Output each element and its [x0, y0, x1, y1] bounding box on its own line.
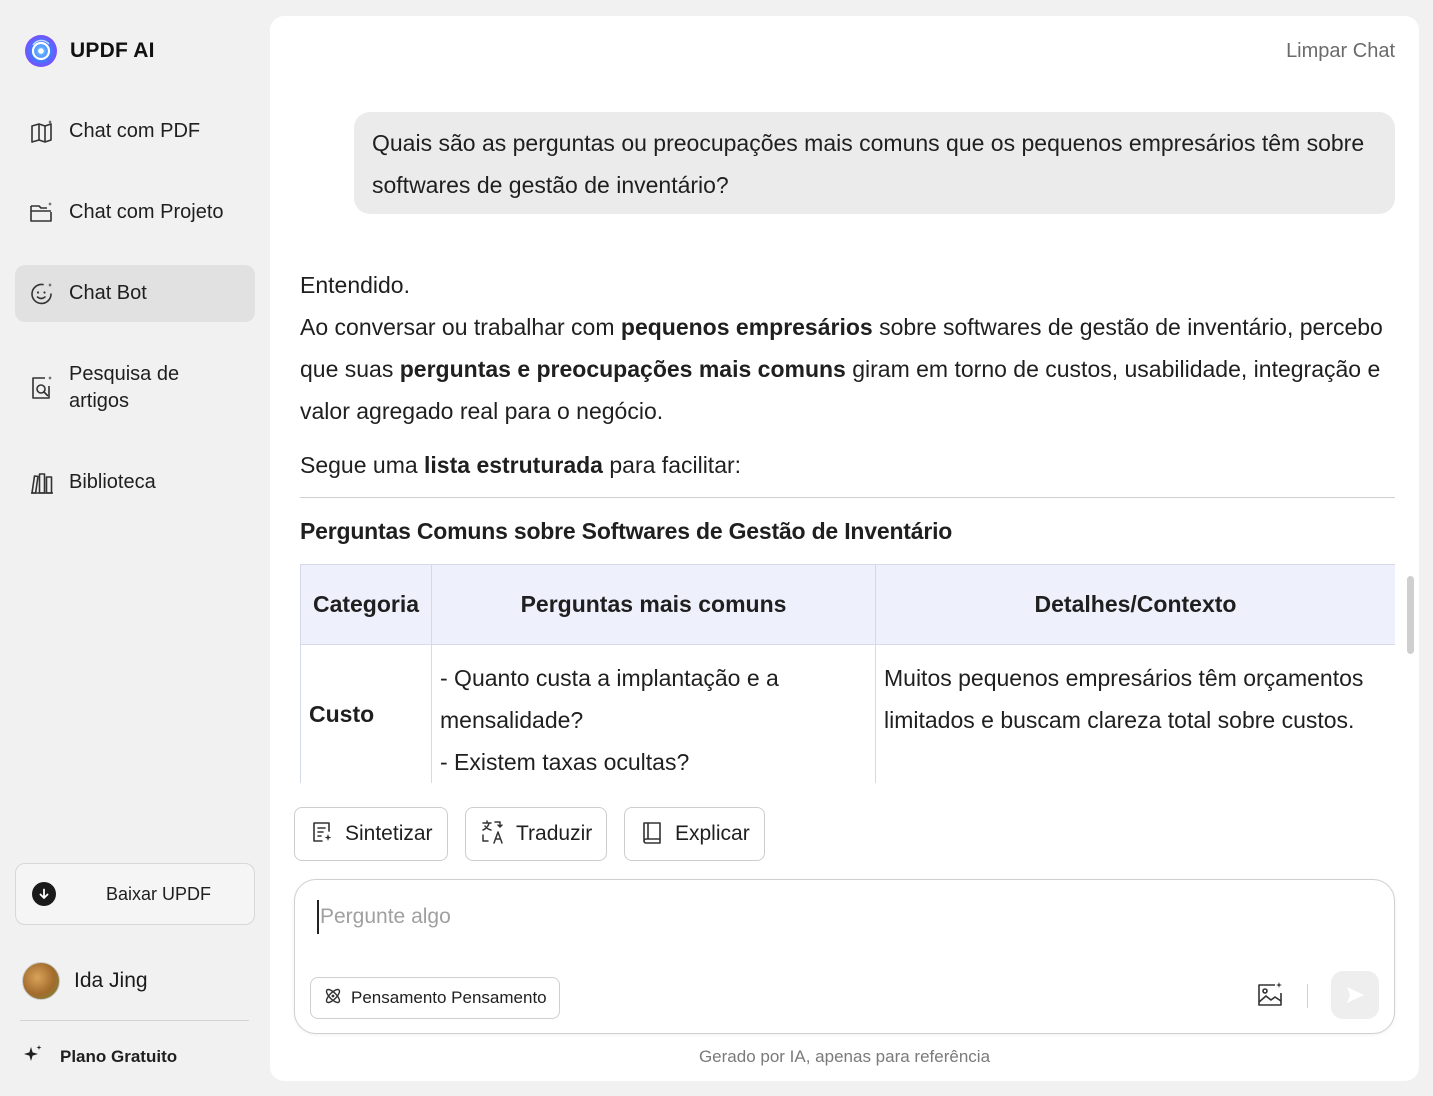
sidebar-item-chat-project[interactable]: Chat com Projeto	[15, 184, 255, 241]
download-arrow-icon	[32, 882, 56, 906]
sidebar-item-label: Pesquisa de artigos	[69, 363, 180, 412]
ai-answer: Entendido. Ao conversar ou trabalhar com…	[300, 264, 1395, 486]
user-name: Ida Jing	[74, 969, 148, 992]
explain-label: Explicar	[675, 822, 750, 845]
sparkle-icon	[22, 1043, 44, 1070]
download-label: Baixar UPDF	[106, 883, 212, 904]
chat-panel: Limpar Chat Quais são as perguntas ou pr…	[270, 16, 1419, 1081]
sidebar-item-article-search[interactable]: Pesquisa de artigos	[15, 346, 255, 430]
folder-sparkle-icon	[29, 200, 55, 226]
sidebar-item-label: Chat com Projeto	[69, 201, 224, 223]
chat-input[interactable]	[317, 900, 1217, 934]
brand[interactable]: UPDF AI	[24, 34, 155, 68]
table-header: Categoria	[300, 564, 432, 645]
image-upload-button[interactable]	[1255, 980, 1285, 1010]
sidebar: UPDF AI Chat com PDF Chat com Projeto Ch…	[0, 0, 270, 1096]
document-search-icon	[29, 375, 55, 401]
atom-icon	[323, 986, 343, 1011]
table-header-row: Categoria Perguntas mais comuns Detalhes…	[300, 564, 1395, 645]
table-cell-category: Custo	[300, 644, 432, 783]
image-sparkle-icon	[1258, 982, 1282, 1006]
avatar	[22, 962, 60, 1000]
table-header: Detalhes/Contexto	[875, 564, 1395, 645]
table-header: Perguntas mais comuns	[431, 564, 876, 645]
library-icon	[29, 470, 55, 496]
divider	[300, 497, 1395, 498]
brand-name: UPDF AI	[70, 39, 155, 62]
thinking-label: Pensamento Pensamento	[351, 988, 547, 1007]
explain-button[interactable]: Explicar	[624, 807, 765, 861]
bot-face-icon	[29, 281, 55, 307]
answer-line: Entendido.	[300, 272, 410, 298]
chat-input-box: Pensamento Pensamento	[294, 879, 1395, 1034]
thinking-toggle[interactable]: Pensamento Pensamento	[310, 977, 560, 1019]
divider	[1307, 984, 1308, 1008]
user-profile[interactable]: Ida Jing	[22, 962, 148, 1000]
translate-button[interactable]: Traduzir	[465, 807, 608, 861]
answer-paragraph: Ao conversar ou trabalhar com pequenos e…	[300, 314, 1383, 424]
send-button[interactable]	[1331, 971, 1379, 1019]
table-cell-details: Muitos pequenos empresários têm orçament…	[875, 644, 1395, 783]
updf-logo-icon	[25, 35, 57, 67]
ai-disclaimer: Gerado por IA, apenas para referência	[698, 1047, 991, 1066]
plan-label: Plano Gratuito	[60, 1046, 178, 1066]
book-sparkle-icon	[29, 119, 55, 145]
translate-icon	[480, 819, 506, 850]
scrollbar[interactable]	[1407, 576, 1414, 654]
answer-paragraph: Segue uma lista estruturada para facilit…	[300, 452, 742, 478]
sidebar-item-library[interactable]: Biblioteca	[15, 454, 255, 511]
divider	[20, 1020, 249, 1021]
sidebar-item-chat-bot[interactable]: Chat Bot	[15, 265, 255, 322]
sidebar-item-label: Biblioteca	[69, 471, 156, 493]
section-title: Perguntas Comuns sobre Softwares de Gest…	[300, 518, 953, 544]
sidebar-item-label: Chat Bot	[69, 282, 147, 304]
sidebar-item-label: Chat com PDF	[69, 120, 201, 142]
sidebar-item-chat-pdf[interactable]: Chat com PDF	[15, 103, 255, 160]
clear-chat-button[interactable]: Limpar Chat	[1286, 40, 1395, 63]
send-icon	[1347, 987, 1364, 1003]
user-message: Quais são as perguntas ou preocupações m…	[354, 112, 1395, 214]
plan-link[interactable]: Plano Gratuito	[22, 1043, 177, 1070]
summarize-icon	[309, 819, 335, 850]
download-updf-button[interactable]: Baixar UPDF	[15, 863, 255, 925]
table-cell-questions: - Quanto custa a implantação e a mensali…	[431, 644, 876, 783]
table-row: Custo - Quanto custa a implantação e a m…	[300, 644, 1395, 783]
book-icon	[639, 819, 665, 850]
summarize-button[interactable]: Sintetizar	[294, 807, 448, 861]
summarize-label: Sintetizar	[345, 822, 433, 845]
translate-label: Traduzir	[516, 822, 593, 845]
answer-table: Categoria Perguntas mais comuns Detalhes…	[300, 564, 1395, 783]
